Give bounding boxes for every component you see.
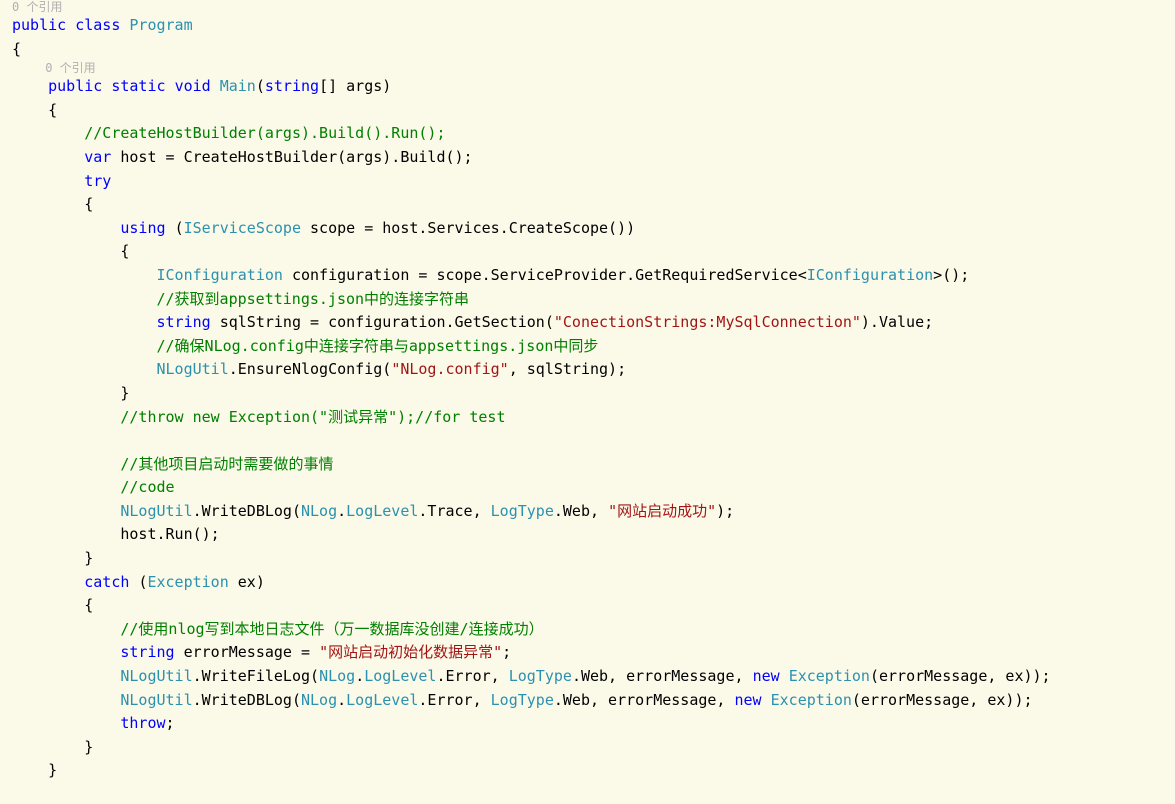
type-loglevel: LogLevel xyxy=(346,502,418,520)
ensure-call: .EnsureNlogConfig( xyxy=(229,360,392,378)
kw-new-2: new xyxy=(735,691,762,709)
type-nlogutil-3: NLogUtil xyxy=(120,667,192,685)
writefilelog: .WriteFileLog( xyxy=(193,667,319,685)
codelens-class-refs[interactable]: 0 个引用 xyxy=(12,0,1175,14)
kw-public: public xyxy=(12,16,66,34)
str-sitesuccess: "网站启动成功" xyxy=(608,502,716,520)
kw-static: static xyxy=(111,77,165,95)
kw-throw: throw xyxy=(120,714,165,732)
type-iconfig-2: IConfiguration xyxy=(807,266,933,284)
str-nlogconfig: "NLog.config" xyxy=(391,360,508,378)
kw-try: try xyxy=(84,172,111,190)
catch-ex: ex) xyxy=(229,573,265,591)
sqlstr-arg: , sqlString); xyxy=(509,360,626,378)
kw-public-2: public xyxy=(48,77,102,95)
method-main: Main xyxy=(220,77,256,95)
cmt-getappsettings: //获取到appsettings.json中的连接字符串 xyxy=(157,290,470,308)
cmt-otherstartup: //其他项目启动时需要做的事情 xyxy=(120,455,333,473)
kw-string-3: string xyxy=(120,643,174,661)
kw-void: void xyxy=(175,77,211,95)
sqlstr-decl: sqlString = configuration.GetSection( xyxy=(211,313,554,331)
code-editor[interactable]: 0 个引用 public class Program { 0 个引用 publi… xyxy=(0,0,1175,783)
type-program: Program xyxy=(129,16,192,34)
sqlstr-end: ).Value; xyxy=(861,313,933,331)
brace-open: { xyxy=(12,40,21,58)
type-iconfig: IConfiguration xyxy=(157,266,283,284)
config-decl: configuration = scope.ServiceProvider.Ge… xyxy=(283,266,807,284)
type-logtype: LogType xyxy=(491,502,554,520)
writedblog-call: .WriteDBLog( xyxy=(193,502,301,520)
str-siteiniterr: "网站启动初始化数据异常" xyxy=(319,643,502,661)
kw-string-2: string xyxy=(157,313,211,331)
scope-decl: scope = host.Services.CreateScope()) xyxy=(301,219,635,237)
config-end: >(); xyxy=(933,266,969,284)
var-host: host xyxy=(120,148,156,166)
cmt-usenlog: //使用nlog写到本地日志文件（万一数据库没创建/连接成功） xyxy=(120,620,543,638)
code-content[interactable]: public class Program { 0 个引用 public stat… xyxy=(12,14,1175,783)
main-params: [] args) xyxy=(319,77,391,95)
writedblog2: .WriteDBLog( xyxy=(193,691,301,709)
host-run: host.Run(); xyxy=(120,525,219,543)
kw-catch: catch xyxy=(84,573,129,591)
kw-class: class xyxy=(75,16,120,34)
type-nlog: NLog xyxy=(301,502,337,520)
host-init: = CreateHostBuilder(args).Build(); xyxy=(157,148,473,166)
type-iservicescope: IServiceScope xyxy=(184,219,301,237)
cmt-code: //code xyxy=(120,478,174,496)
type-nlogutil-4: NLogUtil xyxy=(120,691,192,709)
kw-var: var xyxy=(84,148,111,166)
errmsg-decl: errorMessage = xyxy=(175,643,320,661)
type-exception: Exception xyxy=(147,573,228,591)
kw-string: string xyxy=(265,77,319,95)
cmt-ensuresync: //确保NLog.config中连接字符串与appsettings.json中同… xyxy=(157,337,599,355)
cmt-throwtest: //throw new Exception("测试异常");//for test xyxy=(120,408,505,426)
kw-new: new xyxy=(753,667,780,685)
type-nlogutil: NLogUtil xyxy=(157,360,229,378)
str-conn: "ConectionStrings:MySqlConnection" xyxy=(554,313,861,331)
codelens-method-refs[interactable]: 0 个引用 xyxy=(12,61,1175,75)
type-nlogutil-2: NLogUtil xyxy=(120,502,192,520)
kw-using: using xyxy=(120,219,165,237)
cmt-createhost: //CreateHostBuilder(args).Build().Run(); xyxy=(84,124,445,142)
